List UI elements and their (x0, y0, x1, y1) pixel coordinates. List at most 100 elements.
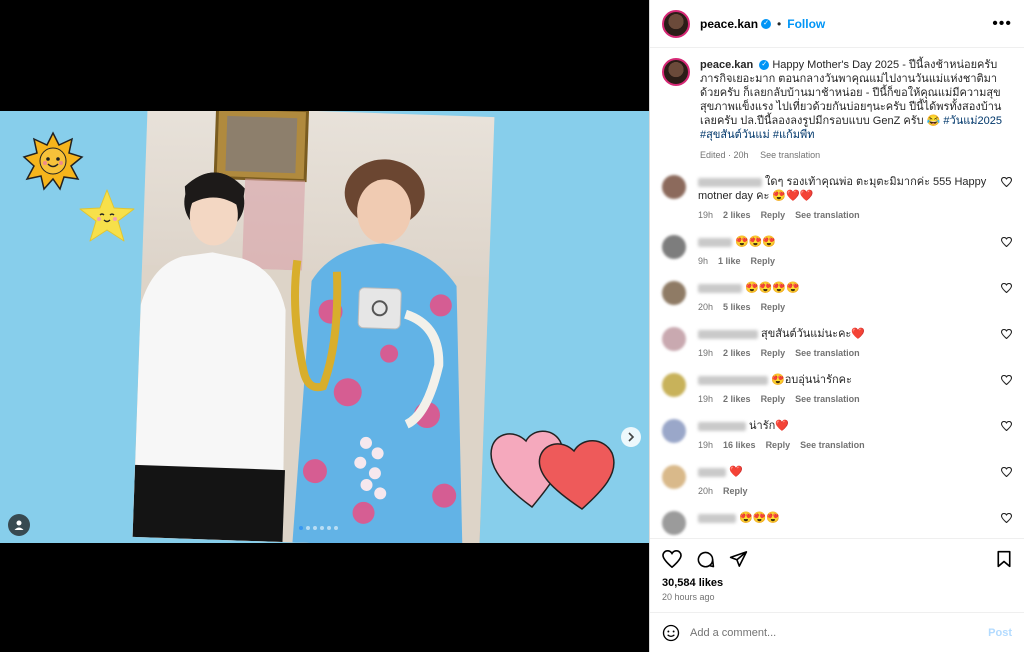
bookmark-icon[interactable] (996, 550, 1012, 568)
comment-reply-button[interactable]: Reply (761, 394, 786, 404)
comment-like-icon[interactable] (1000, 328, 1013, 360)
caption-avatar[interactable] (662, 58, 690, 86)
verified-badge-icon: ✓ (759, 60, 770, 71)
comment-see-translation[interactable]: See translation (795, 394, 860, 404)
next-slide-button[interactable] (621, 427, 641, 447)
comment-body: ❤️ 20h Reply (698, 465, 1000, 498)
carousel-dot (320, 526, 324, 530)
comment-like-icon[interactable] (1000, 374, 1013, 406)
caption-see-translation[interactable]: See translation (760, 150, 820, 160)
comment-likes[interactable]: 1 like (718, 256, 741, 266)
comment-like-icon[interactable] (1000, 176, 1013, 222)
comment-see-translation[interactable]: See translation (795, 210, 860, 220)
commenter-username-blurred[interactable] (698, 283, 742, 293)
comment-reply-button[interactable]: Reply (761, 210, 786, 220)
commenter-username-blurred[interactable] (698, 237, 732, 247)
share-icon[interactable] (729, 550, 748, 568)
comment-time: 19h (698, 348, 714, 358)
comment-body: 😍อบอุ่นน่ารักคะ 19h 2 likes Reply See transl… (698, 373, 1000, 406)
likes-count[interactable]: 30,584 likes (662, 577, 1012, 589)
comment-reply-button[interactable]: Reply (751, 256, 776, 266)
mother-son-photo (132, 111, 495, 543)
comment-time: 20h (698, 486, 714, 496)
comment-body: 😍😍😍 9h 1 like Reply (698, 235, 1000, 268)
caption-username[interactable]: peace.kan (700, 59, 753, 71)
comment-icon[interactable] (696, 550, 715, 569)
commenter-avatar[interactable] (662, 327, 686, 351)
comment-time: 19h (698, 210, 714, 220)
comment-meta: 20h 5 likes Reply (698, 300, 1000, 314)
header-separator: • (777, 16, 782, 31)
comment-text: 😍😍😍😍 (745, 282, 800, 294)
commenter-avatar[interactable] (662, 465, 686, 489)
avatar[interactable] (662, 9, 690, 38)
post-side-panel: peace.kan ✓ • Follow ••• peace.kan ✓ Hap… (649, 0, 1024, 652)
comment-likes[interactable]: 16 likes (723, 440, 756, 450)
carousel-dot (299, 526, 303, 530)
post-viewer: peace.kan ✓ • Follow ••• peace.kan ✓ Hap… (0, 0, 1024, 652)
comment-body: ใดๆ รองเท้าคุณพ่อ ตะมุตะมิมากค่ะ 555 Hap… (698, 175, 1000, 222)
post-header: peace.kan ✓ • Follow ••• (650, 0, 1024, 48)
comment-row: 😍😍😍😍 20h 5 likes Reply (662, 281, 1013, 314)
commenter-username-blurred[interactable] (698, 375, 768, 385)
comment-like-icon[interactable] (1000, 236, 1013, 268)
more-options-icon[interactable]: ••• (992, 15, 1012, 33)
carousel-dot (327, 526, 331, 530)
comment-see-translation[interactable]: See translation (800, 440, 865, 450)
comment-see-translation[interactable]: See translation (795, 348, 860, 358)
comment-meta: 20h Reply (698, 484, 1000, 498)
commenter-avatar[interactable] (662, 511, 686, 535)
comment-meta: 19h 2 likes Reply See translation (698, 392, 1000, 406)
comment-input[interactable] (690, 626, 989, 639)
comment-text: 😍😍😍 (739, 512, 781, 524)
comment-time: 9h (698, 256, 709, 266)
commenter-username-blurred[interactable] (698, 177, 762, 187)
commenter-username-blurred[interactable] (698, 421, 746, 431)
header-username[interactable]: peace.kan (700, 17, 758, 31)
add-comment-bar: Post (650, 612, 1024, 652)
commenter-username-blurred[interactable] (698, 329, 758, 339)
comment-like-icon[interactable] (1000, 282, 1013, 314)
comment-body: 😍😍😍 (698, 511, 1000, 535)
tagged-users-button[interactable] (8, 514, 30, 536)
follow-button[interactable]: Follow (787, 17, 825, 31)
commenter-avatar[interactable] (662, 419, 686, 443)
commenter-avatar[interactable] (662, 175, 686, 199)
commenter-username-blurred[interactable] (698, 467, 726, 477)
comment-like-icon[interactable] (1000, 466, 1013, 498)
comment-meta: 9h 1 like Reply (698, 254, 1000, 268)
commenter-username-blurred[interactable] (698, 513, 736, 523)
comment-likes[interactable]: 2 likes (723, 394, 751, 404)
heart-icon[interactable] (662, 550, 682, 568)
comment-row: ใดๆ รองเท้าคุณพ่อ ตะมุตะมิมากค่ะ 555 Hap… (662, 175, 1013, 222)
comment-time: 19h (698, 440, 714, 450)
comment-likes[interactable]: 2 likes (723, 348, 751, 358)
commenter-avatar[interactable] (662, 281, 686, 305)
comment-text: น่ารัก❤️ (749, 420, 789, 432)
hearts-sticker (490, 430, 615, 510)
comment-text: 😍อบอุ่นน่ารักคะ (771, 374, 852, 386)
comment-reply-button[interactable]: Reply (766, 440, 791, 450)
comment-reply-button[interactable]: Reply (761, 348, 786, 358)
post-time: 20 hours ago (662, 592, 715, 602)
comment-likes[interactable]: 2 likes (723, 210, 751, 220)
sun-sticker (22, 131, 84, 191)
commenter-avatar[interactable] (662, 373, 686, 397)
carousel-dot (313, 526, 317, 530)
comment-like-icon[interactable] (1000, 512, 1013, 535)
commenter-avatar[interactable] (662, 235, 686, 259)
emoji-icon[interactable] (662, 624, 680, 642)
post-actions: 30,584 likes 20 hours ago (650, 538, 1024, 612)
post-comment-button[interactable]: Post (988, 627, 1012, 639)
comment-likes[interactable]: 5 likes (723, 302, 751, 312)
comments-section[interactable]: peace.kan ✓ Happy Mother's Day 2025 - ปี… (650, 48, 1024, 538)
comment-reply-button[interactable]: Reply (723, 486, 748, 496)
comment-reply-button[interactable]: Reply (761, 302, 786, 312)
comment-row: สุขสันต์วันแม่นะคะ❤️ 19h 2 likes Reply See t… (662, 327, 1013, 360)
comment-meta: 19h 16 likes Reply See translation (698, 438, 1000, 452)
comment-row: น่ารัก❤️ 19h 16 likes Reply See translation (662, 419, 1013, 452)
comment-like-icon[interactable] (1000, 420, 1013, 452)
post-image[interactable] (0, 111, 649, 543)
comment-list: ใดๆ รองเท้าคุณพ่อ ตะมุตะมิมากค่ะ 555 Hap… (662, 175, 1013, 535)
comment-row: 😍😍😍 9h 1 like Reply (662, 235, 1013, 268)
